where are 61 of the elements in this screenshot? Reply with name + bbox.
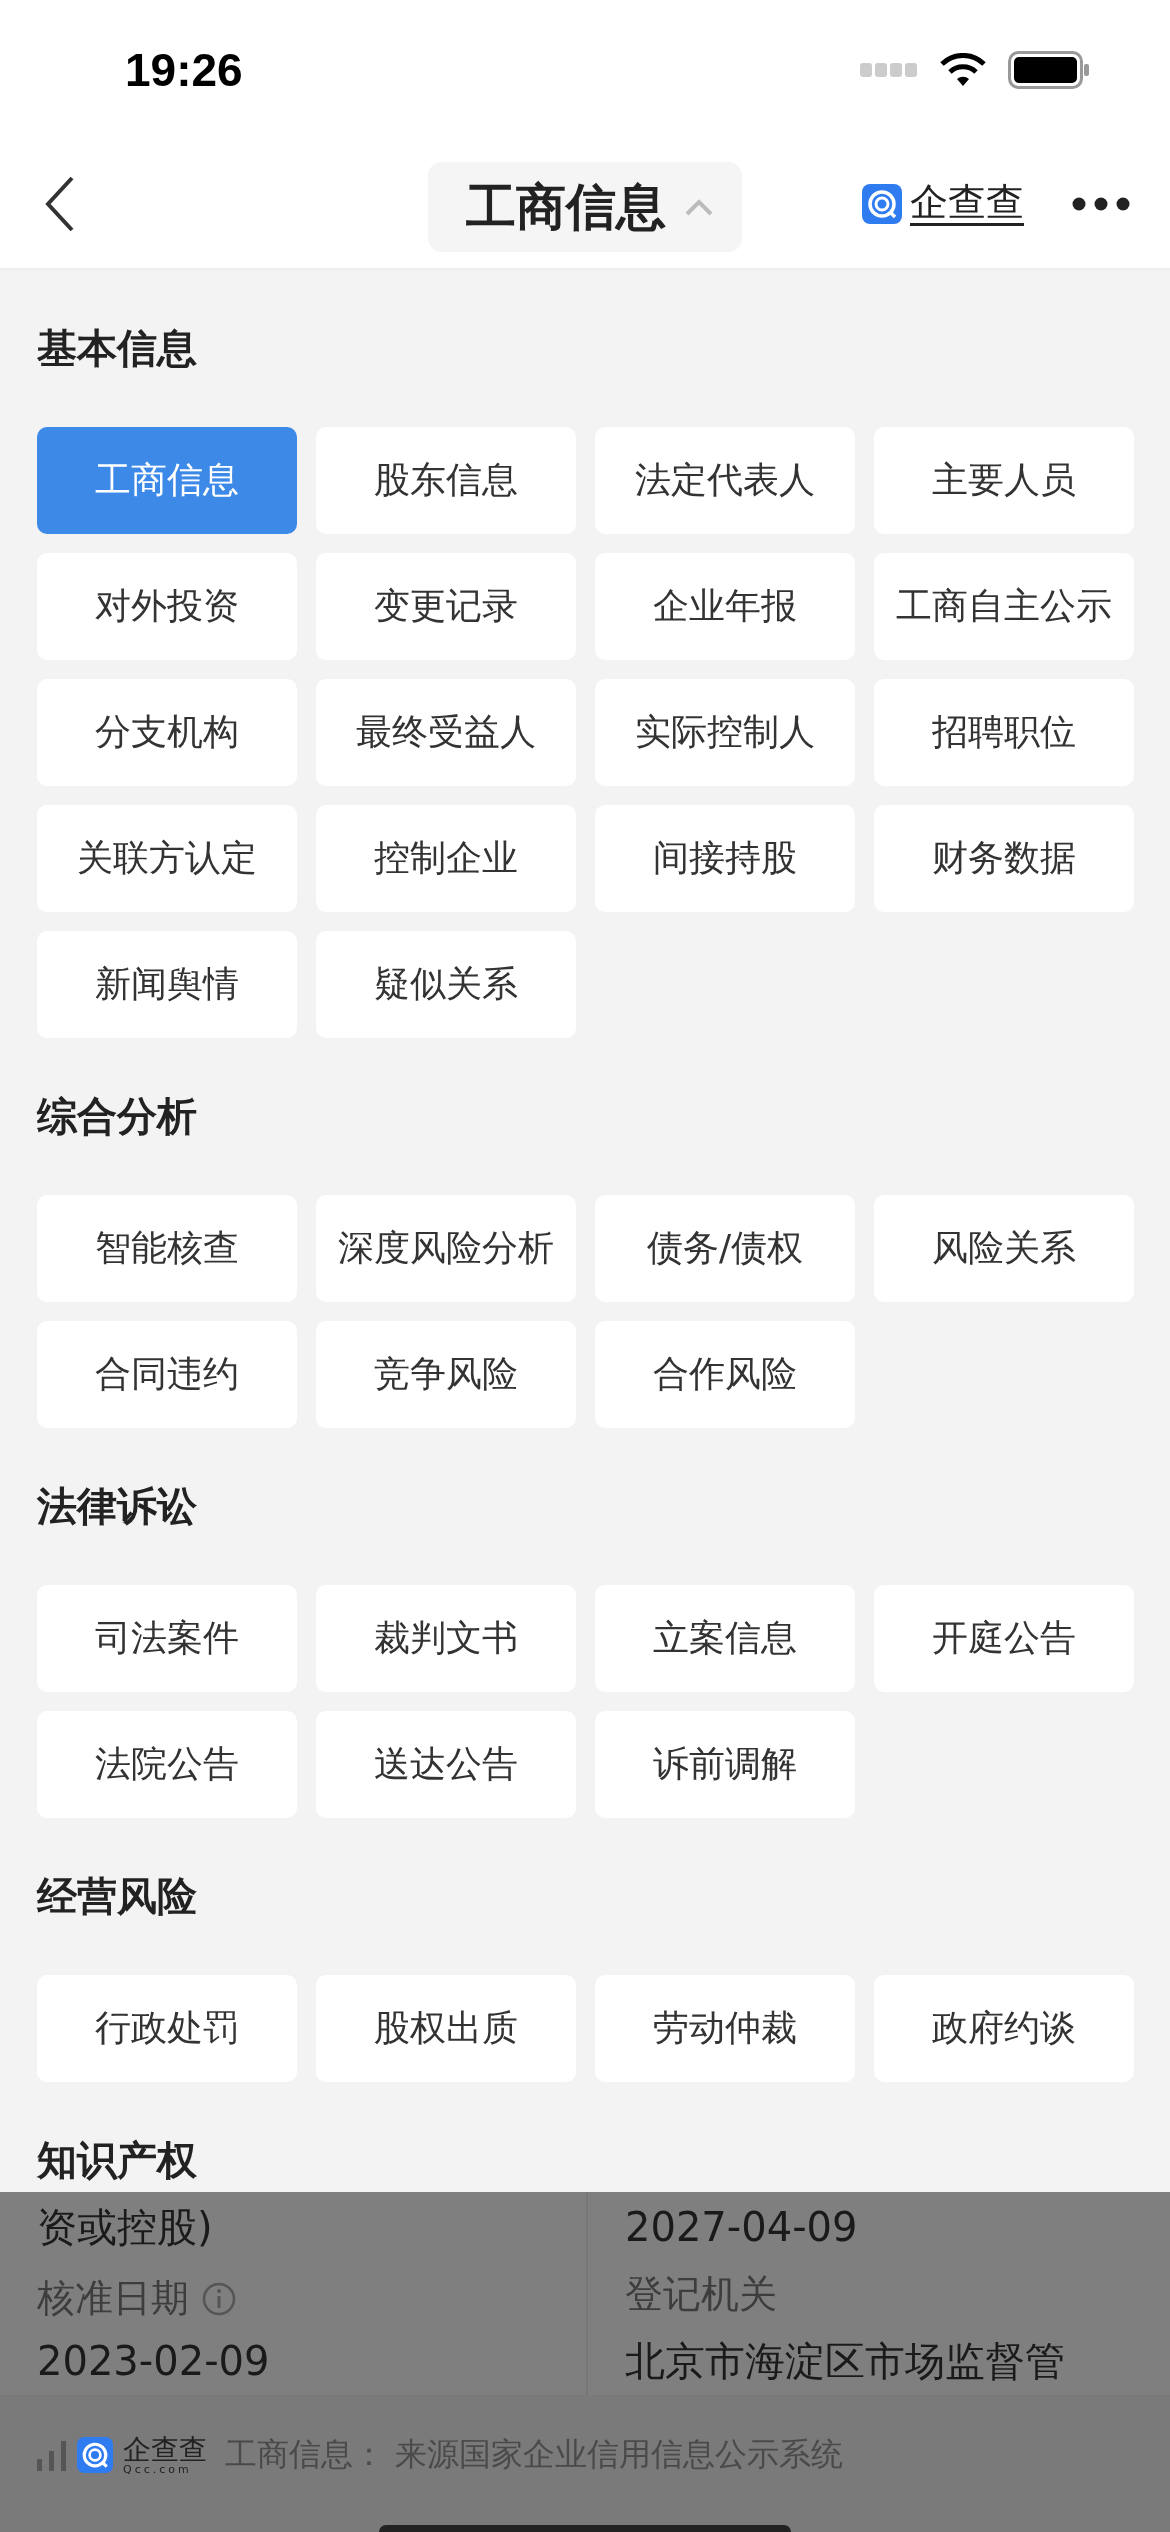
category-button[interactable]: 诉前调解 [595,1711,855,1818]
field-value: 北京市海淀区市场监督管 [625,2336,1066,2386]
brand-domain: Qcc.com [123,2463,193,2475]
category-button[interactable]: 工商信息 [37,427,297,534]
category-button[interactable]: 法院公告 [37,1711,297,1818]
category-button[interactable]: 招聘职位 [874,679,1134,786]
category-button[interactable]: 政府约谈 [874,1975,1134,2082]
brand-logo-icon [862,184,902,224]
signal-icon [860,63,918,77]
category-button[interactable]: 最终受益人 [316,679,576,786]
category-button[interactable]: 竞争风险 [316,1321,576,1428]
category-button[interactable]: 控制企业 [316,805,576,912]
category-button[interactable]: 法定代表人 [595,427,855,534]
field-label: 登记机关 [625,2270,777,2318]
category-button[interactable]: 间接持股 [595,805,855,912]
category-button[interactable]: 合同违约 [37,1321,297,1428]
category-button[interactable]: 风险关系 [874,1195,1134,1302]
category-button[interactable]: 债务/债权 [595,1195,855,1302]
brand-name: 企查查 [123,2435,207,2464]
category-button[interactable]: 实际控制人 [595,679,855,786]
category-button[interactable]: 司法案件 [37,1585,297,1692]
category-button[interactable]: 深度风险分析 [316,1195,576,1302]
category-button[interactable]: 股权出质 [316,1975,576,2082]
section-title: 知识产权 [37,2136,197,2185]
more-icon[interactable] [1072,197,1130,211]
category-button[interactable]: 合作风险 [595,1321,855,1428]
category-button[interactable]: 变更记录 [316,553,576,660]
section-title: 综合分析 [37,1092,197,1141]
category-button[interactable]: 股东信息 [316,427,576,534]
category-button[interactable]: 关联方认定 [37,805,297,912]
wifi-icon [940,53,986,87]
category-button[interactable]: 主要人员 [874,427,1134,534]
status-time: 19:26 [125,43,243,97]
title-dropdown[interactable]: 工商信息 [428,162,742,252]
category-button[interactable]: 送达公告 [316,1711,576,1818]
info-icon [201,2280,237,2317]
category-button[interactable]: 对外投资 [37,553,297,660]
field-label: 核准日期 [37,2275,189,2322]
bars-icon [37,2439,67,2471]
brand-logo-icon [77,2437,113,2473]
category-button[interactable]: 开庭公告 [874,1585,1134,1692]
category-button[interactable]: 新闻舆情 [37,931,297,1038]
field-value: 2023-02-09 [37,2338,271,2384]
field-value: 2027-04-09 [625,2204,859,2250]
category-button[interactable]: 裁判文书 [316,1585,576,1692]
brand-name: 企查查 [910,181,1024,227]
battery-icon [1008,51,1090,89]
category-button[interactable]: 分支机构 [37,679,297,786]
section-title: 法律诉讼 [37,1482,197,1531]
section-title: 经营风险 [37,1872,197,1921]
category-button[interactable]: 工商自主公示 [874,553,1134,660]
category-button[interactable]: 企业年报 [595,553,855,660]
field-value: 资或控股) [37,2202,214,2252]
section-title: 基本信息 [37,324,197,373]
category-button[interactable]: 行政处罚 [37,1975,297,2082]
category-button[interactable]: 立案信息 [595,1585,855,1692]
category-button[interactable]: 智能核查 [37,1195,297,1302]
category-button[interactable]: 财务数据 [874,805,1134,912]
category-button[interactable]: 疑似关系 [316,931,576,1038]
caret-icon [684,197,714,217]
category-button[interactable]: 劳动仲裁 [595,1975,855,2082]
